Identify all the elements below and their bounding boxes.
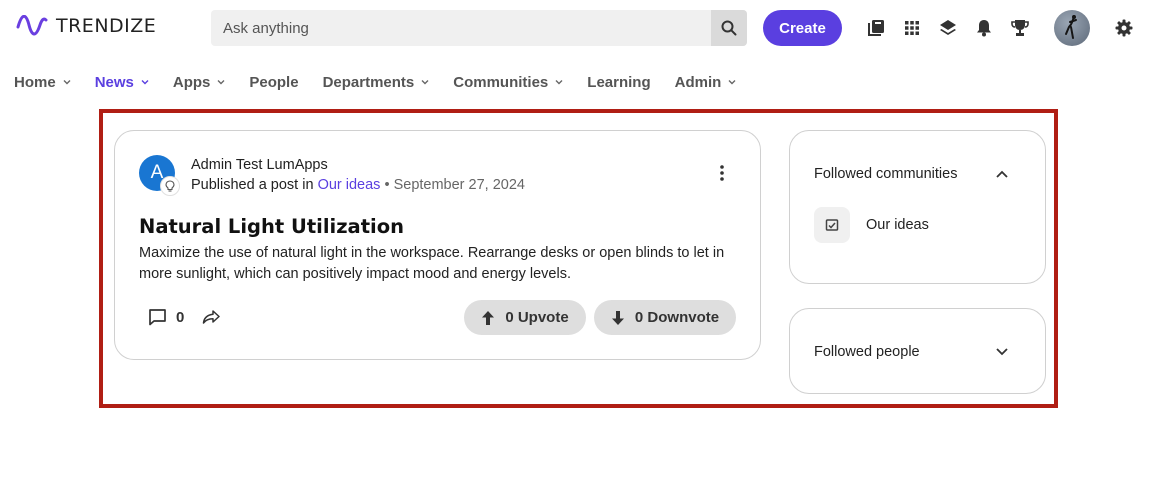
chevron-down-icon (728, 80, 736, 85)
nav-item-label: People (249, 73, 299, 91)
brand-logo[interactable]: TRENDIZE (16, 15, 156, 37)
share-button[interactable] (202, 309, 220, 325)
layers-icon (940, 20, 956, 35)
library-icon (868, 20, 884, 36)
followed-communities-title[interactable]: Followed communities (814, 166, 957, 182)
idea-badge (160, 176, 180, 196)
followed-people-card: Followed people (789, 308, 1046, 394)
followed-communities-card: Followed communities Our ideas (789, 130, 1046, 284)
search-icon (721, 20, 737, 36)
nav-item-label: Departments (322, 73, 415, 91)
more-options-button[interactable] (714, 164, 730, 182)
rewards-button[interactable] (1010, 18, 1030, 38)
trophy-icon (1011, 20, 1029, 36)
comment-count: 0 (176, 308, 185, 326)
chevron-down-icon (421, 80, 429, 85)
chevron-up-icon[interactable] (995, 169, 1009, 179)
chevron-down-icon (63, 80, 71, 85)
search-button[interactable] (711, 10, 747, 46)
brand-name: TRENDIZE (56, 15, 157, 37)
post-body: Maximize the use of natural light in the… (139, 245, 725, 282)
gear-icon (1115, 19, 1133, 37)
post-title[interactable]: Natural Light Utilization (139, 215, 404, 238)
avatar-figure-icon (1065, 15, 1077, 39)
nav-item-departments[interactable]: Departments (323, 74, 430, 91)
create-button[interactable]: Create (763, 10, 842, 46)
search-bar (211, 10, 747, 46)
main-nav: Home News Apps People Departments Communities… (14, 72, 760, 92)
community-item[interactable]: Our ideas (814, 207, 929, 243)
trendize-wave-icon (16, 15, 48, 36)
arrow-down-icon (611, 310, 624, 325)
apps-grid-button[interactable] (902, 18, 922, 38)
settings-button[interactable] (1114, 18, 1134, 38)
nav-item-people[interactable]: People (249, 74, 298, 91)
apps-grid-icon (905, 21, 919, 35)
bell-icon (977, 20, 991, 37)
top-bar: TRENDIZE Create (0, 0, 1170, 56)
user-avatar[interactable] (1054, 10, 1090, 46)
notifications-button[interactable] (974, 18, 994, 38)
comment-icon (149, 309, 166, 326)
community-label: Our ideas (866, 217, 929, 233)
author-name[interactable]: Admin Test LumApps (191, 157, 328, 173)
nav-item-learning[interactable]: Learning (587, 74, 650, 91)
share-arrow-icon (202, 310, 220, 324)
library-button[interactable] (866, 18, 886, 38)
chevron-down-icon (555, 80, 563, 85)
upvote-button[interactable]: 0 Upvote (464, 300, 586, 335)
post-card: A Admin Test LumApps Published a post in… (114, 130, 761, 360)
comment-button[interactable]: 0 (148, 307, 184, 327)
community-board-icon (825, 219, 839, 231)
nav-item-label: News (94, 73, 134, 91)
community-link[interactable]: Our ideas (318, 177, 381, 193)
meta-separator: • (384, 177, 390, 193)
downvote-button[interactable]: 0 Downvote (594, 300, 736, 335)
nav-item-label: Apps (172, 73, 211, 91)
nav-item-label: Learning (587, 73, 651, 91)
upvote-label: 0 Upvote (505, 309, 569, 326)
nav-item-label: Home (14, 73, 56, 91)
search-input[interactable] (211, 10, 711, 46)
nav-item-news[interactable]: News (95, 74, 149, 91)
nav-item-communities[interactable]: Communities (453, 74, 563, 91)
nav-item-admin[interactable]: Admin (675, 74, 737, 91)
arrow-up-icon (482, 310, 495, 325)
post-meta: Published a post in Our ideas • Septembe… (191, 177, 525, 193)
nav-item-apps[interactable]: Apps (173, 74, 226, 91)
chevron-down-icon (141, 80, 149, 85)
more-vertical-icon (720, 165, 724, 181)
downvote-label: 0 Downvote (634, 309, 720, 326)
community-avatar (814, 207, 850, 243)
post-date: September 27, 2024 (393, 177, 525, 193)
nav-item-label: Admin (674, 73, 722, 91)
lightbulb-icon (165, 180, 175, 192)
nav-item-label: Communities (453, 73, 549, 91)
chevron-down-icon (217, 80, 225, 85)
chevron-down-icon[interactable] (995, 347, 1009, 357)
followed-people-title[interactable]: Followed people (814, 344, 920, 360)
layers-button[interactable] (938, 18, 958, 38)
nav-item-home[interactable]: Home (14, 74, 71, 91)
published-prefix: Published a post in (191, 177, 314, 193)
